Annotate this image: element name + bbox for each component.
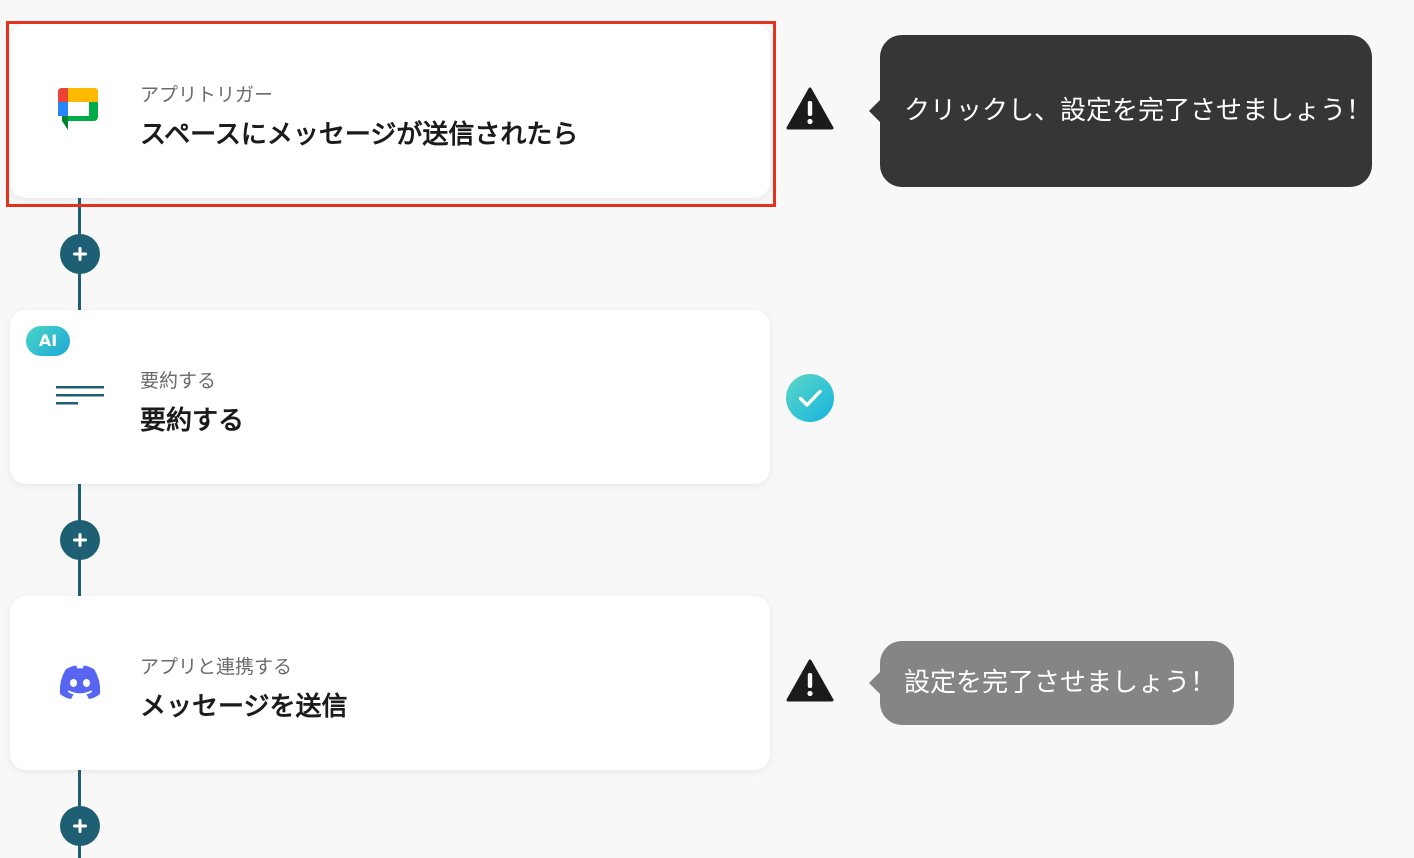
ai-badge: AI bbox=[26, 326, 70, 356]
setup-hint-tooltip: クリックし、設定を完了させましょう！ bbox=[869, 35, 1372, 187]
discord-icon bbox=[54, 656, 106, 708]
step-title: 要約する bbox=[140, 406, 245, 436]
warning-icon bbox=[785, 656, 835, 706]
add-step-button[interactable] bbox=[60, 234, 100, 274]
step-card-trigger[interactable]: アプリトリガー スペースにメッセージが送信されたら bbox=[10, 24, 770, 198]
text-lines-icon bbox=[54, 370, 106, 422]
google-chat-icon bbox=[54, 84, 106, 136]
add-step-button[interactable] bbox=[60, 806, 100, 846]
step-type-label: アプリトリガー bbox=[140, 84, 274, 106]
plus-icon bbox=[73, 819, 87, 833]
plus-icon bbox=[73, 247, 87, 261]
check-complete-icon bbox=[785, 373, 835, 423]
step-title: メッセージを送信 bbox=[140, 692, 348, 722]
step-type-label: アプリと連携する bbox=[140, 656, 293, 678]
warning-icon bbox=[785, 84, 835, 134]
plus-icon bbox=[73, 533, 87, 547]
step-title: スペースにメッセージが送信されたら bbox=[140, 120, 579, 150]
setup-hint-tooltip: 設定を完了させましょう！ bbox=[869, 641, 1234, 725]
step-card-summarize[interactable]: AI 要約する 要約する bbox=[10, 310, 770, 484]
step-card-send-message[interactable]: アプリと連携する メッセージを送信 bbox=[10, 596, 770, 770]
add-step-button[interactable] bbox=[60, 520, 100, 560]
step-type-label: 要約する bbox=[140, 370, 217, 392]
